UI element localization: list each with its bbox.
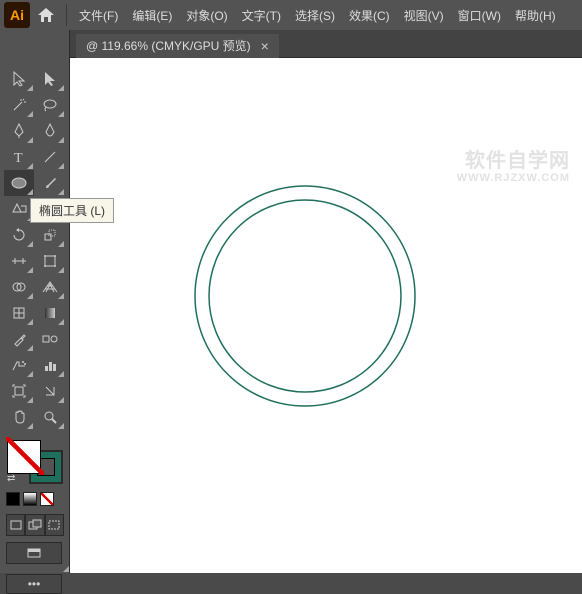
watermark: 软件自学网 WWW.RJZXW.COM: [457, 150, 570, 184]
ellipse-tool[interactable]: [4, 170, 34, 196]
mesh-tool[interactable]: [4, 300, 34, 326]
toolbar: T ⇄ •••: [0, 30, 70, 573]
shape-builder-tool[interactable]: [4, 274, 34, 300]
canvas[interactable]: 软件自学网 WWW.RJZXW.COM: [70, 58, 582, 573]
menu-window[interactable]: 窗口(W): [452, 3, 507, 28]
zoom-tool[interactable]: [35, 404, 65, 430]
artwork-circles: [185, 176, 425, 416]
draw-normal[interactable]: [6, 514, 25, 536]
menu-edit[interactable]: 编辑(E): [126, 3, 178, 28]
ellipse-tool-tooltip: 椭圆工具 (L): [30, 198, 114, 223]
type-tool[interactable]: T: [4, 144, 34, 170]
magic-wand-tool[interactable]: [4, 92, 34, 118]
app-logo: Ai: [4, 2, 30, 28]
color-gradient[interactable]: [23, 492, 37, 506]
free-transform-tool[interactable]: [35, 248, 65, 274]
document-tab-title: @ 119.66% (CMYK/GPU 预览): [86, 37, 251, 54]
symbol-sprayer-tool[interactable]: [4, 352, 34, 378]
curvature-tool[interactable]: [35, 118, 65, 144]
artboard-tool[interactable]: [4, 378, 34, 404]
svg-text:T: T: [14, 151, 23, 164]
screen-mode[interactable]: [6, 542, 62, 564]
draw-behind[interactable]: [25, 514, 44, 536]
slice-tool[interactable]: [35, 378, 65, 404]
hand-tool[interactable]: [4, 404, 34, 430]
home-icon[interactable]: [32, 2, 60, 28]
separator: [66, 4, 67, 26]
selection-tool[interactable]: [4, 66, 34, 92]
draw-inside[interactable]: [45, 514, 64, 536]
watermark-line1: 软件自学网: [457, 150, 570, 172]
menu-file[interactable]: 文件(F): [73, 3, 124, 28]
pen-tool[interactable]: [4, 118, 34, 144]
watermark-line2: WWW.RJZXW.COM: [457, 172, 570, 184]
screen-mode-row: [0, 542, 70, 570]
rotate-tool[interactable]: [4, 222, 34, 248]
document-tabbar: @ 119.66% (CMYK/GPU 预览) ×: [0, 30, 582, 58]
eyedropper-tool[interactable]: [4, 326, 34, 352]
perspective-grid-tool[interactable]: [35, 274, 65, 300]
line-tool[interactable]: [35, 144, 65, 170]
direct-selection-tool[interactable]: [35, 66, 65, 92]
blend-tool[interactable]: [35, 326, 65, 352]
color-mode-row: [0, 490, 70, 508]
column-graph-tool[interactable]: [35, 352, 65, 378]
menu-effect[interactable]: 效果(C): [343, 3, 396, 28]
fill-swatch[interactable]: [7, 440, 41, 474]
paintbrush-tool[interactable]: [35, 170, 65, 196]
color-none[interactable]: [40, 492, 54, 506]
draw-mode-row: [0, 508, 70, 542]
menubar: Ai 文件(F) 编辑(E) 对象(O) 文字(T) 选择(S) 效果(C) 视…: [0, 0, 582, 30]
gradient-tool[interactable]: [35, 300, 65, 326]
width-tool[interactable]: [4, 248, 34, 274]
menu-view[interactable]: 视图(V): [398, 3, 450, 28]
document-tab[interactable]: @ 119.66% (CMYK/GPU 预览) ×: [76, 34, 279, 58]
scale-tool[interactable]: [35, 222, 65, 248]
tab-close-icon[interactable]: ×: [261, 38, 269, 54]
menu-type[interactable]: 文字(T): [236, 3, 287, 28]
color-solid[interactable]: [6, 492, 20, 506]
swap-fill-stroke-icon[interactable]: ⇄: [7, 473, 15, 484]
edit-toolbar-button[interactable]: •••: [6, 574, 62, 594]
fill-stroke-control[interactable]: ⇄: [5, 438, 65, 486]
menu-select[interactable]: 选择(S): [289, 3, 341, 28]
menu-help[interactable]: 帮助(H): [509, 3, 562, 28]
lasso-tool[interactable]: [35, 92, 65, 118]
menu-object[interactable]: 对象(O): [180, 3, 233, 28]
